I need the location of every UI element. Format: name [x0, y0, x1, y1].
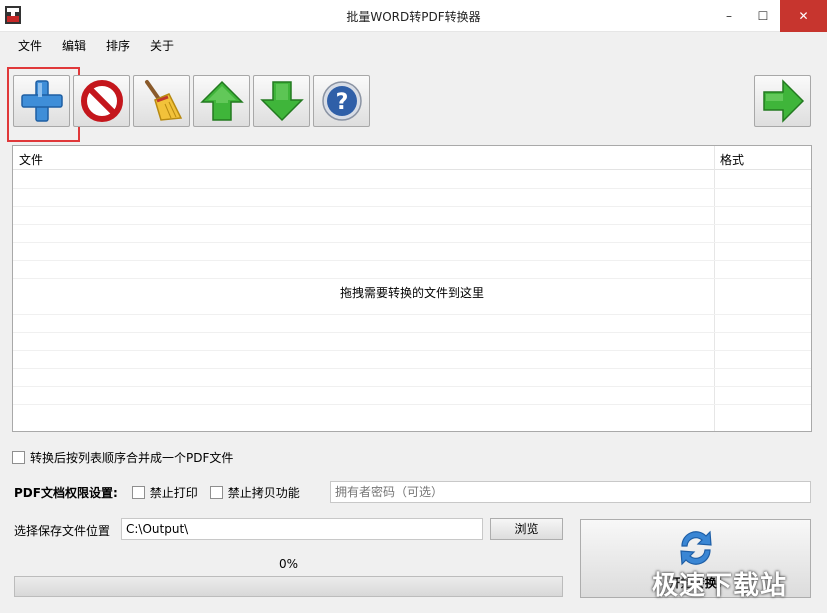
no-copy-option[interactable]: 禁止拷贝功能	[209, 484, 300, 501]
arrow-down-icon	[259, 81, 304, 122]
remove-file-button[interactable]	[73, 75, 130, 127]
save-path-input[interactable]	[121, 518, 483, 540]
maximize-button[interactable]: ☐	[746, 0, 780, 32]
row-divider	[13, 224, 811, 225]
help-button[interactable]: ?	[313, 75, 370, 127]
row-divider	[13, 332, 811, 333]
help-icon: ?	[321, 81, 362, 121]
file-list-header: 文件 格式	[13, 146, 811, 170]
row-divider	[13, 206, 811, 207]
row-divider	[13, 404, 811, 405]
menu-about[interactable]: 关于	[140, 33, 184, 59]
row-divider	[13, 368, 811, 369]
no-print-option[interactable]: 禁止打印	[131, 484, 198, 501]
menu-sort[interactable]: 排序	[96, 33, 140, 59]
progress-bar	[14, 576, 563, 597]
minimize-icon: –	[726, 9, 732, 23]
arrow-right-icon	[762, 79, 804, 123]
arrow-up-icon	[199, 80, 244, 121]
row-divider	[13, 314, 811, 315]
owner-password-input[interactable]	[330, 481, 811, 503]
minimize-button[interactable]: –	[712, 0, 746, 32]
no-copy-checkbox[interactable]	[209, 485, 223, 499]
save-location-label: 选择保存文件位置	[14, 524, 111, 538]
no-print-label: 禁止打印	[149, 485, 198, 500]
row-divider	[13, 386, 811, 387]
row-divider	[13, 260, 811, 261]
merge-checkbox[interactable]	[12, 451, 25, 464]
progress-percent: 0%	[278, 557, 299, 571]
menu-file[interactable]: 文件	[0, 33, 52, 59]
no-print-checkbox[interactable]	[131, 485, 145, 499]
title-bar: 批量WORD转PDF转换器 – ☐ ✕	[0, 0, 827, 32]
file-list[interactable]: 文件 格式 拖拽需要转换的文件到这里	[12, 145, 812, 432]
refresh-icon	[680, 530, 712, 566]
merge-option[interactable]: 转换后按列表顺序合并成一个PDF文件	[12, 449, 233, 466]
column-format-header[interactable]: 格式	[720, 151, 744, 168]
no-copy-label: 禁止拷贝功能	[227, 485, 300, 500]
permission-settings: PDF文档权限设置: 禁止打印 禁止拷贝功能	[14, 481, 312, 503]
row-divider	[13, 350, 811, 351]
window-title: 批量WORD转PDF转换器	[346, 10, 481, 24]
menu-edit[interactable]: 编辑	[52, 33, 96, 59]
row-divider	[13, 242, 811, 243]
move-down-button[interactable]	[253, 75, 310, 127]
add-file-button[interactable]	[13, 75, 70, 127]
row-divider	[13, 188, 811, 189]
menu-bar: 文件 编辑 排序 关于	[0, 33, 827, 59]
drop-hint-text: 拖拽需要转换的文件到这里	[339, 286, 484, 300]
close-button[interactable]: ✕	[780, 0, 827, 32]
maximize-icon: ☐	[757, 9, 769, 23]
merge-label: 转换后按列表顺序合并成一个PDF文件	[30, 451, 234, 465]
close-icon: ✕	[798, 9, 809, 23]
move-up-button[interactable]	[193, 75, 250, 127]
watermark-text: 极速下载站	[652, 571, 788, 601]
browse-button[interactable]: 浏览	[490, 518, 563, 540]
broom-icon	[144, 80, 182, 121]
row-divider	[13, 278, 811, 279]
prohibit-icon	[80, 80, 123, 122]
svg-text:?: ?	[335, 90, 348, 115]
permission-label: PDF文档权限设置:	[14, 485, 118, 500]
column-file-header[interactable]: 文件	[19, 151, 43, 168]
plus-icon	[20, 80, 63, 122]
clear-list-button[interactable]	[133, 75, 190, 127]
start-arrow-button[interactable]	[754, 75, 811, 127]
